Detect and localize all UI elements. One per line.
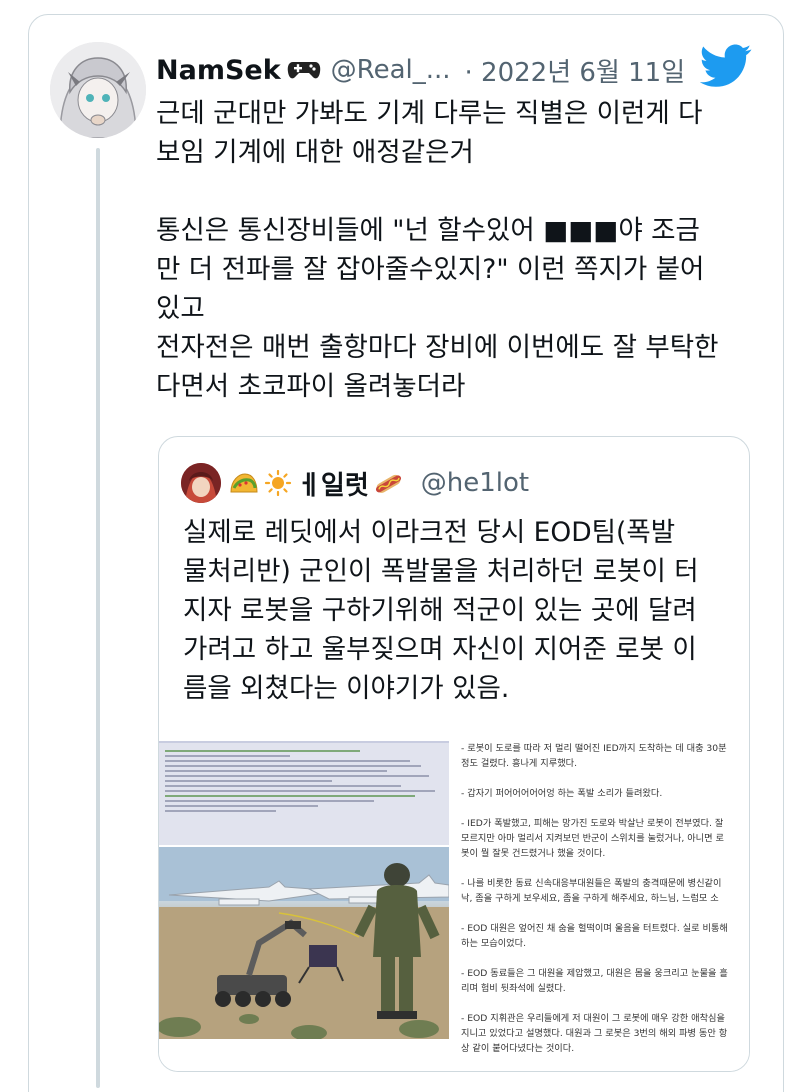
quoted-display-name-group[interactable]: ㅔ일럿 <box>229 465 407 502</box>
sun-icon <box>263 469 293 497</box>
quoted-tweet-text: 실제로 레딧에서 이라크전 당시 EOD팀(폭발 물처리반) 군인이 폭발물을 … <box>183 517 699 704</box>
quoted-tweet[interactable]: ㅔ일럿 @he1lot 실제로 레딧에서 이라크전 당시 EOD팀(폭발 물처리… <box>158 436 750 1072</box>
handle[interactable]: @Real_... <box>331 55 451 85</box>
twitter-bird-icon[interactable] <box>699 44 752 88</box>
quoted-handle[interactable]: @he1lot <box>421 468 529 498</box>
quoted-tweet-header: ㅔ일럿 @he1lot <box>181 463 529 503</box>
display-name[interactable]: NamSek <box>156 55 281 86</box>
tweet-text: 근데 군대만 가봐도 기계 다루는 직별은 이런게 다 보임 기계에 대한 애정… <box>156 98 719 402</box>
tweet-date[interactable]: · 2022년 6월 11일 <box>465 52 686 89</box>
tweet-header: NamSek @Real_... · 2022년 6월 11일 <box>156 50 756 90</box>
taco-icon <box>229 470 259 496</box>
eod-robot-photo <box>159 847 449 1039</box>
hotdog-icon <box>373 470 403 496</box>
forum-screenshot-image <box>159 741 449 845</box>
quoted-avatar[interactable] <box>181 463 221 503</box>
thread-line <box>96 148 100 1088</box>
quoted-media-image[interactable]: - 로봇이 도로를 따라 저 멀리 떨어진 IED까지 도착하는 데 대충 30… <box>159 733 749 1071</box>
avatar[interactable] <box>50 42 146 138</box>
quoted-image-text: - 로봇이 도로를 따라 저 멀리 떨어진 IED까지 도착하는 데 대충 30… <box>461 743 728 1054</box>
quoted-display-name[interactable]: ㅔ일럿 <box>297 465 369 502</box>
gamepad-icon <box>287 58 321 82</box>
